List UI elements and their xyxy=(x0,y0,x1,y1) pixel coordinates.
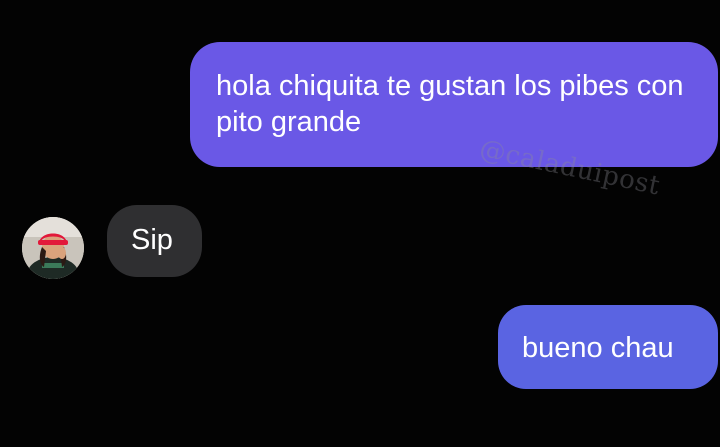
incoming-message-bubble[interactable]: Sip xyxy=(107,205,202,277)
profile-photo-icon xyxy=(22,217,84,279)
contact-avatar[interactable] xyxy=(22,217,84,279)
chat-thread: hola chiquita te gustan los pibes con pi… xyxy=(0,0,720,447)
message-text: bueno chau xyxy=(522,332,674,364)
outgoing-message-bubble[interactable]: hola chiquita te gustan los pibes con pi… xyxy=(190,42,718,167)
outgoing-message-bubble[interactable]: bueno chau xyxy=(498,305,718,389)
message-text: hola chiquita te gustan los pibes con pi… xyxy=(216,70,684,138)
message-text: Sip xyxy=(131,224,173,256)
